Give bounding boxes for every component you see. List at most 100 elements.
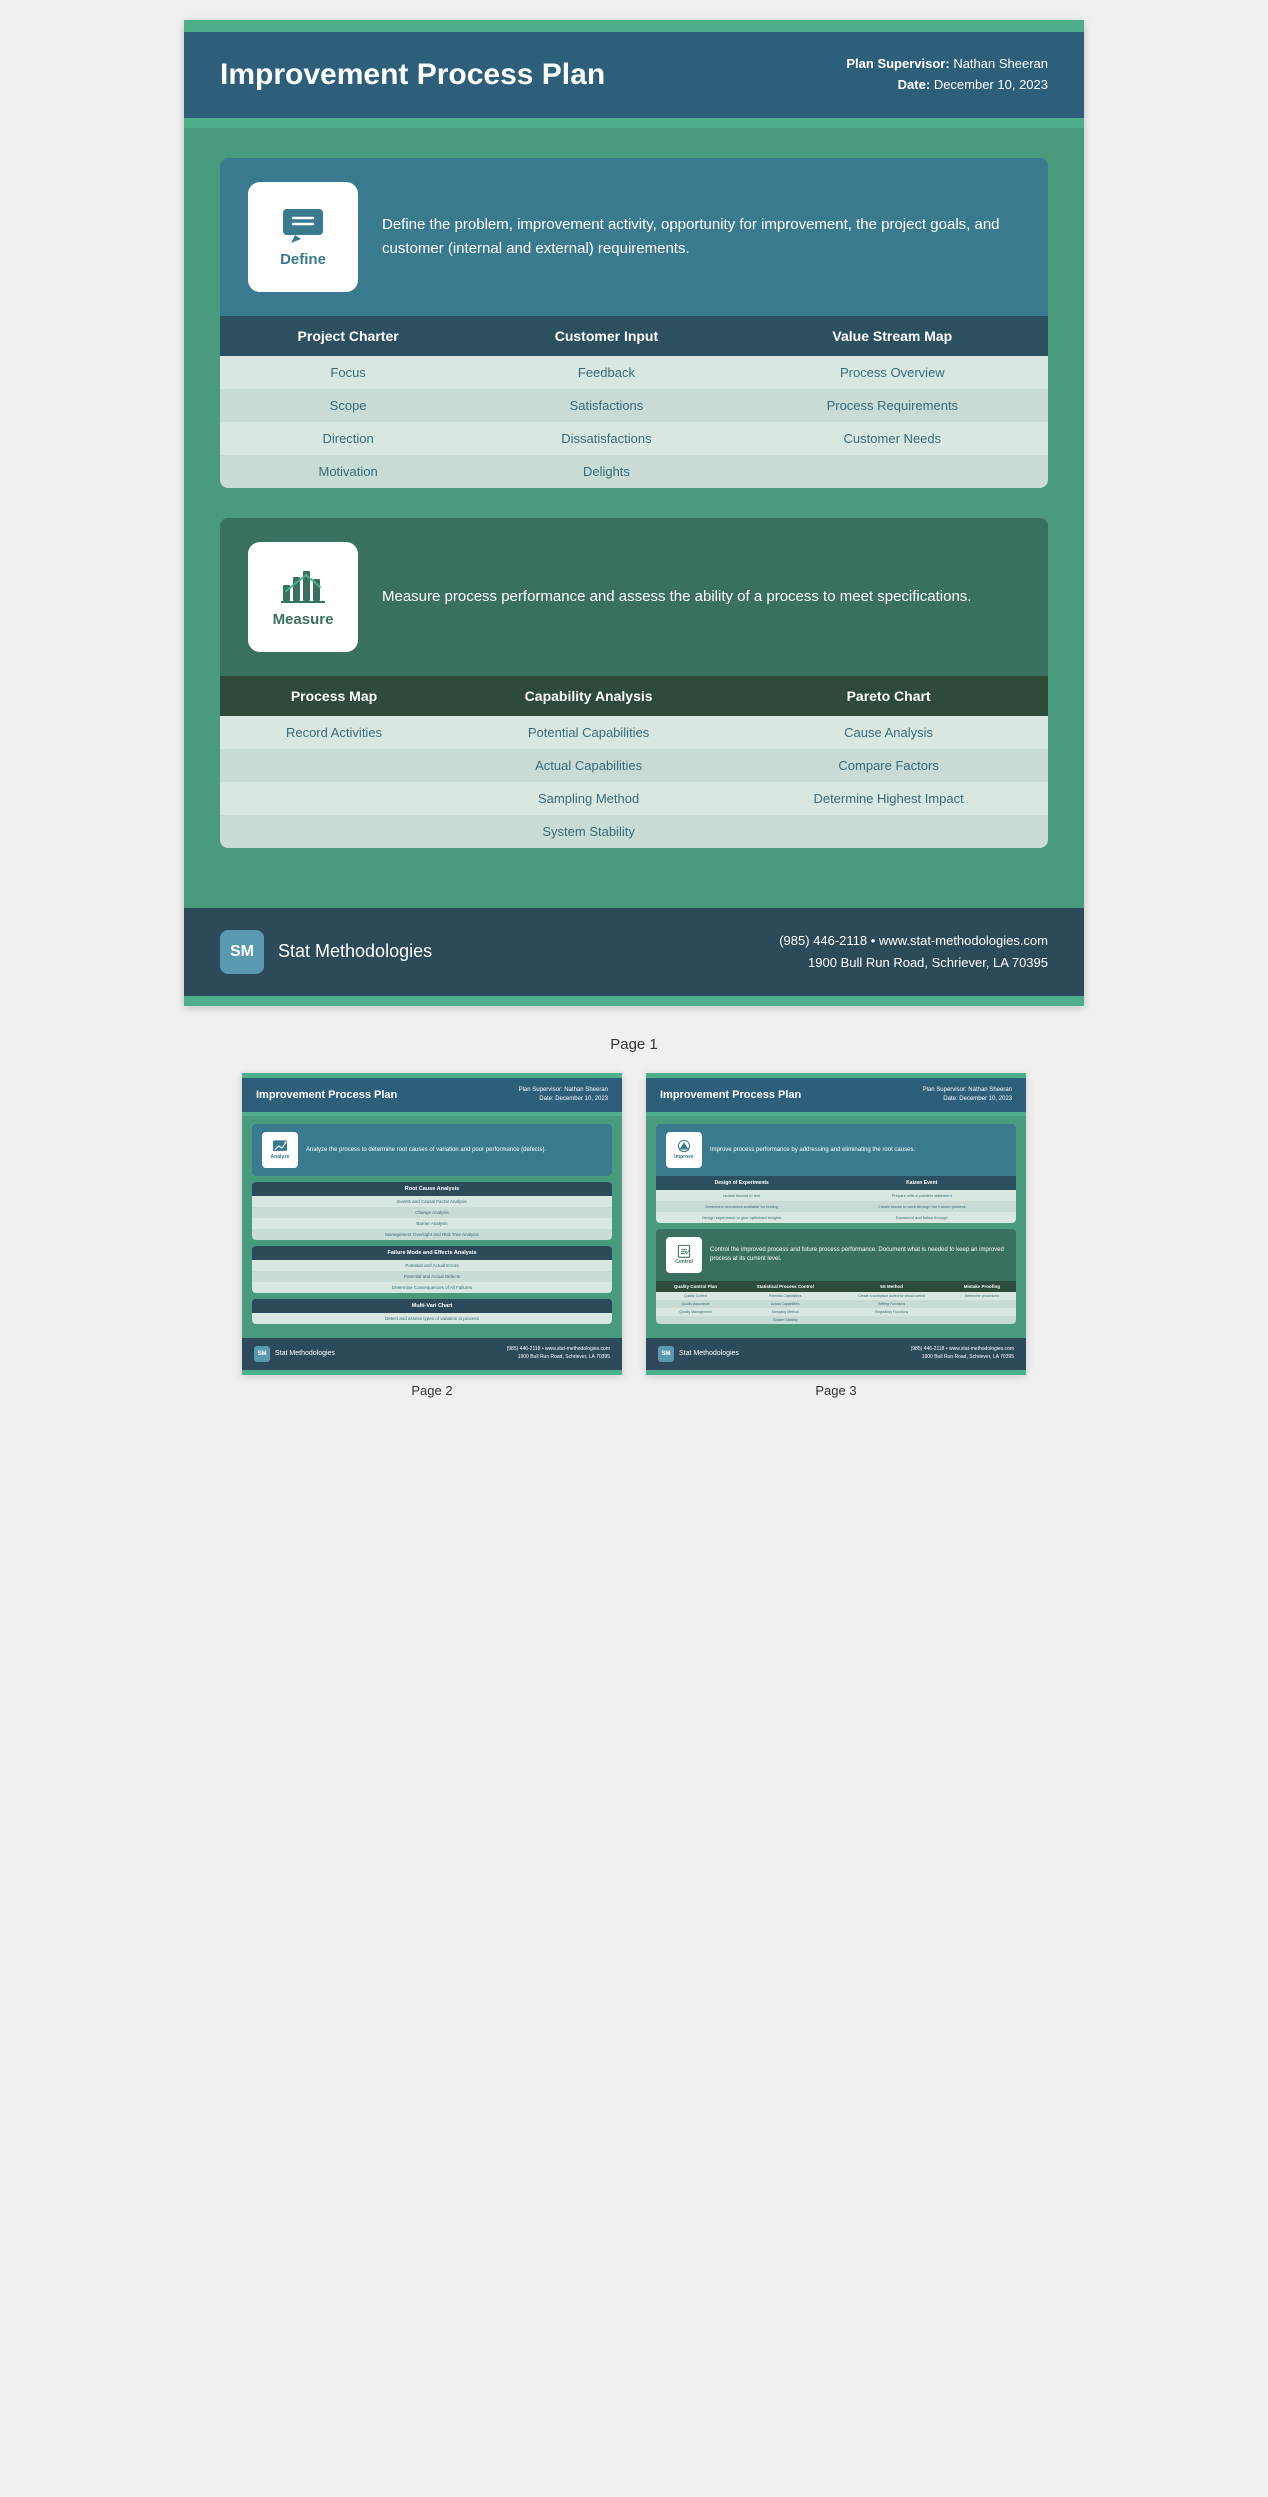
- date-value: December 10, 2023: [934, 77, 1048, 92]
- cell: Prepare with a problem statement: [827, 1190, 1016, 1201]
- table-row: Focus Feedback Process Overview: [220, 356, 1048, 389]
- thumb2-content: Analyze Analyze the process to determine…: [242, 1116, 622, 1338]
- cell: Detect and assess types of variation in …: [252, 1313, 612, 1324]
- define-icon: [279, 205, 327, 245]
- table-row: Quality Assurance Actual Capabilities Se…: [656, 1300, 1016, 1308]
- table-row: Barrier Analysis: [252, 1218, 612, 1229]
- thumb3-bottom-bar: [646, 1370, 1026, 1375]
- cell: Quality Assurance: [656, 1300, 735, 1308]
- cell: Compare Factors: [729, 749, 1048, 782]
- improve-icon-box: Improve: [666, 1132, 702, 1168]
- thumb3-brand: SM Stat Methodologies: [658, 1346, 739, 1362]
- cell: Determine resources available for testin…: [656, 1201, 827, 1212]
- thumb2-contact: (985) 446-2118 • www.stat-methodologies.…: [507, 1346, 610, 1361]
- table-row: Change Analysis: [252, 1207, 612, 1218]
- cell: Events and Causal Factor Analysis: [252, 1196, 612, 1207]
- improve-table: Design of Experiments Kaizen Event Isola…: [656, 1176, 1016, 1223]
- table-row: Record Activities Potential Capabilities…: [220, 716, 1048, 749]
- cell: Determine Highest Impact: [729, 782, 1048, 815]
- measure-icon-box: Measure: [248, 542, 358, 652]
- cell: System Stability: [448, 815, 729, 848]
- define-label: Define: [280, 251, 326, 268]
- define-section: Define Define the problem, improvement a…: [220, 158, 1048, 488]
- measure-col3-header: Pareto Chart: [729, 676, 1048, 716]
- cell: [948, 1308, 1016, 1316]
- measure-table: Process Map Capability Analysis Pareto C…: [220, 676, 1048, 848]
- page-title: Improvement Process Plan: [220, 58, 605, 92]
- improve-icon: [675, 1139, 693, 1153]
- fmea-section: Failure Mode and Effects Analysis Potent…: [252, 1246, 612, 1293]
- footer-brand: SM Stat Methodologies: [220, 930, 432, 974]
- cell: Cause Analysis: [729, 716, 1048, 749]
- cell: Regulatory Functions: [835, 1308, 947, 1316]
- measure-description: Measure process performance and assess t…: [382, 585, 971, 609]
- cell: [835, 1316, 947, 1324]
- cell: Process Requirements: [737, 389, 1048, 422]
- page2-thumbnail: Improvement Process Plan Plan Supervisor…: [242, 1073, 622, 1375]
- table-row: Determine resources available for testin…: [656, 1201, 1016, 1212]
- cell: [948, 1300, 1016, 1308]
- footer-logo: SM: [220, 930, 264, 974]
- page1-header: Improvement Process Plan Plan Supervisor…: [184, 32, 1084, 118]
- measure-icon: [279, 565, 327, 605]
- footer-company-name: Stat Methodologies: [278, 941, 432, 962]
- page3-label: Page 3: [815, 1383, 856, 1398]
- cell: Management Oversight and Risk Tree Analy…: [252, 1229, 612, 1240]
- cell: Feedback: [476, 356, 736, 389]
- cell: Process Overview: [737, 356, 1048, 389]
- control-table: Quality Control Plan Statistical Process…: [656, 1281, 1016, 1324]
- top-bar: [184, 20, 1084, 32]
- control-icon-box: Control: [666, 1237, 702, 1273]
- thumb3-logo: SM: [658, 1346, 674, 1362]
- measure-section: Measure Measure process performance and …: [220, 518, 1048, 848]
- cell: Quality Control: [656, 1292, 735, 1300]
- define-col1-header: Project Charter: [220, 316, 476, 356]
- header-meta: Plan Supervisor: Nathan Sheeran Date: De…: [846, 54, 1048, 96]
- table-row: Potential and Actual Errors: [252, 1260, 612, 1271]
- measure-col1-header: Process Map: [220, 676, 448, 716]
- thumb2-bottom-bar: [242, 1370, 622, 1375]
- thumb2-header: Improvement Process Plan Plan Supervisor…: [242, 1078, 622, 1112]
- control-intro: Control Control the improved process and…: [656, 1229, 1016, 1281]
- cell: Delights: [476, 455, 736, 488]
- table-row: System Stability: [220, 815, 1048, 848]
- control-col3: 5S Method: [835, 1281, 947, 1292]
- thumb3-contact: (985) 446-2118 • www.stat-methodologies.…: [911, 1346, 1014, 1361]
- define-description: Define the problem, improvement activity…: [382, 213, 1020, 261]
- improve-intro: Improve Improve process performance by a…: [656, 1124, 1016, 1176]
- control-section: Control Control the improved process and…: [656, 1229, 1016, 1324]
- control-description: Control the improved process and future …: [710, 1246, 1006, 1263]
- cell: Actual Capabilities: [448, 749, 729, 782]
- control-col2: Statistical Process Control: [735, 1281, 836, 1292]
- define-intro: Define Define the problem, improvement a…: [220, 158, 1048, 316]
- cell: Sampling Method: [735, 1308, 836, 1316]
- define-table: Project Charter Customer Input Value Str…: [220, 316, 1048, 488]
- multi-vari-title: Multi-Vari Chart: [252, 1299, 612, 1313]
- table-row: Determine Consequences of All Failures: [252, 1282, 612, 1293]
- cell: System Stability: [735, 1316, 836, 1324]
- cell: Document and follow through: [827, 1212, 1016, 1223]
- cell: Motivation: [220, 455, 476, 488]
- cell: Customer Needs: [737, 422, 1048, 455]
- cell: Sampling Method: [448, 782, 729, 815]
- cell: Barrier Analysis: [252, 1218, 612, 1229]
- cell: [729, 815, 1048, 848]
- thumb3-meta: Plan Supervisor: Nathan Sheeran Date: De…: [923, 1086, 1012, 1104]
- measure-intro: Measure Measure process performance and …: [220, 518, 1048, 676]
- table-row: Potential and Actual Defects: [252, 1271, 612, 1282]
- footer-website: www.stat-methodologies.com: [879, 933, 1048, 948]
- table-row: Motivation Delights: [220, 455, 1048, 488]
- analyze-label: Analyze: [271, 1154, 290, 1160]
- table-row: Design experiment to give optimized insi…: [656, 1212, 1016, 1223]
- supervisor-label: Plan Supervisor:: [846, 56, 949, 71]
- fmea-table: Potential and Actual Errors Potential an…: [252, 1260, 612, 1293]
- cell: [220, 782, 448, 815]
- cell: Direction: [220, 422, 476, 455]
- cell: Create a workplace suited for visual con…: [835, 1292, 947, 1300]
- page3-thumbnail-wrap: Improvement Process Plan Plan Supervisor…: [646, 1073, 1026, 1398]
- cell: Scope: [220, 389, 476, 422]
- cell: Record Activities: [220, 716, 448, 749]
- thumb3-footer: SM Stat Methodologies (985) 446-2118 • w…: [646, 1338, 1026, 1370]
- fmea-title: Failure Mode and Effects Analysis: [252, 1246, 612, 1260]
- thumb2-brand: SM Stat Methodologies: [254, 1346, 335, 1362]
